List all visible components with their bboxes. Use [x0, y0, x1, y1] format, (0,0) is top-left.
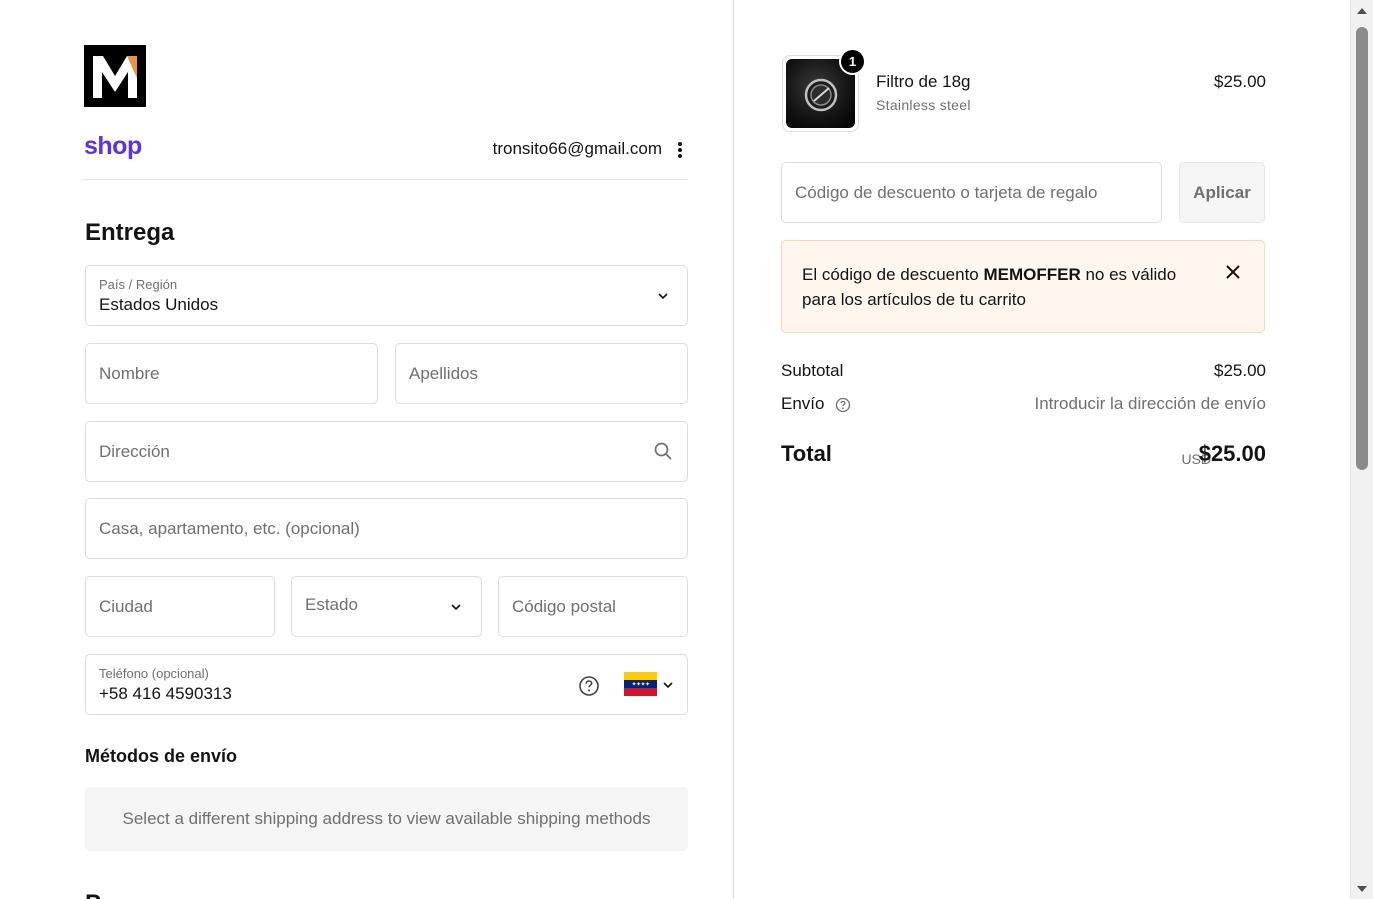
shipping-label-row: Envío — [781, 394, 851, 414]
shipping-value: Introducir la dirección de envío — [1034, 394, 1266, 413]
page-scrollbar[interactable] — [1350, 0, 1373, 899]
phone-label: Teléfono (opcional) — [99, 666, 209, 681]
help-circle-icon[interactable] — [578, 675, 600, 697]
shop-pay-logo[interactable]: shop — [84, 132, 142, 161]
venezuela-flag-icon[interactable]: ✦✦✦✦ — [624, 672, 657, 696]
apartment-placeholder: Casa, apartamento, etc. (opcional) — [99, 518, 360, 538]
apply-discount-button[interactable]: Aplicar — [1179, 162, 1265, 223]
chevron-down-icon — [451, 604, 461, 611]
chevron-down-icon — [658, 293, 668, 300]
delivery-heading: Entrega — [85, 219, 175, 246]
shipping-methods-placeholder: Select a different shipping address to v… — [85, 787, 688, 851]
account-email: tronsito66@gmail.com — [492, 139, 662, 158]
search-icon — [654, 442, 672, 460]
discount-code-input[interactable]: Código de descuento o tarjeta de regalo — [781, 162, 1162, 223]
header-divider — [84, 179, 688, 180]
city-field[interactable]: Ciudad — [85, 576, 275, 637]
subtotal-value: $25.00 — [1214, 361, 1266, 380]
quantity-badge: 1 — [839, 48, 866, 75]
address-field[interactable]: Dirección — [85, 421, 688, 482]
shipping-methods-heading: Métodos de envío — [85, 746, 238, 766]
close-icon[interactable] — [1223, 262, 1243, 282]
address-placeholder: Dirección — [99, 441, 170, 461]
scroll-up-arrow-icon[interactable] — [1351, 2, 1373, 19]
scroll-down-arrow-icon[interactable] — [1351, 880, 1373, 897]
country-label: País / Región — [99, 277, 178, 292]
scrollbar-thumb[interactable] — [1356, 27, 1368, 470]
total-label: Total — [781, 441, 832, 466]
last-name-field[interactable]: Apellidos — [395, 343, 688, 404]
total-value: $25.00 — [1198, 441, 1266, 466]
discount-code-placeholder: Código de descuento o tarjeta de regalo — [795, 182, 1098, 202]
payment-heading-partial: P — [85, 890, 101, 899]
last-name-placeholder: Apellidos — [409, 363, 478, 383]
subtotal-label: Subtotal — [781, 361, 844, 380]
phone-field[interactable]: Teléfono (opcional) +58 416 4590313 ✦✦✦✦ — [85, 654, 688, 715]
phone-value: +58 416 4590313 — [99, 684, 232, 703]
product-variant: Stainless steel — [876, 97, 971, 113]
first-name-placeholder: Nombre — [99, 363, 160, 383]
city-placeholder: Ciudad — [99, 596, 153, 616]
discount-error-alert: El código de descuento MEMOFFER no es vá… — [781, 240, 1265, 333]
store-logo-mark — [93, 56, 137, 98]
country-select[interactable]: País / Región Estados Unidos — [85, 265, 688, 326]
shipping-label: Envío — [781, 394, 825, 413]
product-price: $25.00 — [1214, 72, 1266, 91]
help-circle-icon[interactable] — [835, 397, 851, 413]
chevron-down-icon — [663, 682, 673, 689]
product-name: Filtro de 18g — [876, 72, 971, 91]
postal-code-placeholder: Código postal — [512, 596, 616, 616]
state-placeholder: Estado — [305, 594, 358, 614]
account-menu-icon[interactable] — [674, 139, 686, 161]
checkout-main-column: shop tronsito66@gmail.com Entrega País /… — [0, 0, 734, 899]
first-name-field[interactable]: Nombre — [85, 343, 378, 404]
alert-discount-code: MEMOFFER — [983, 265, 1081, 284]
postal-code-field[interactable]: Código postal — [498, 576, 688, 637]
state-select[interactable]: Estado — [291, 576, 482, 637]
store-logo[interactable] — [84, 45, 146, 107]
apartment-field[interactable]: Casa, apartamento, etc. (opcional) — [85, 498, 688, 559]
discount-error-message: El código de descuento MEMOFFER no es vá… — [802, 262, 1182, 312]
country-value: Estados Unidos — [99, 295, 219, 314]
alert-text-prefix: El código de descuento — [802, 265, 984, 284]
